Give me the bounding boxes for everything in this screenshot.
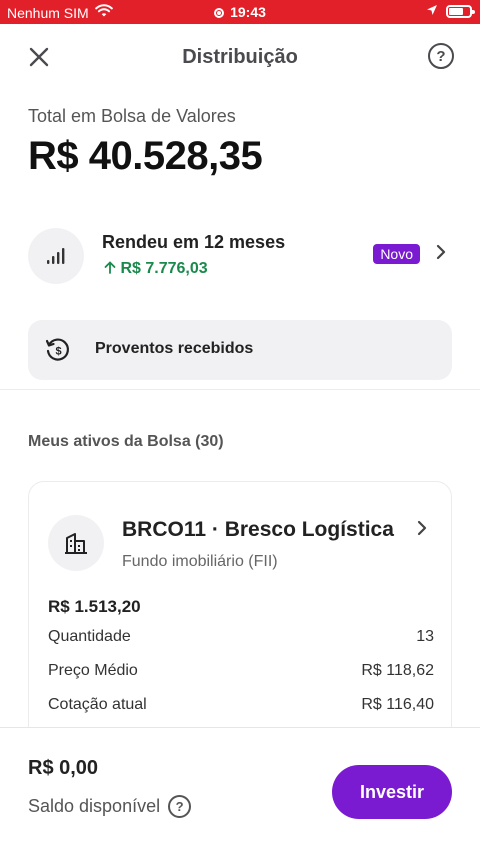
asset-row-value: R$ 116,40: [361, 696, 434, 713]
asset-total: R$ 1.513,20: [48, 597, 141, 616]
asset-row-value: R$ 118,62: [361, 662, 434, 679]
proventos-button[interactable]: $ Proventos recebidos: [28, 320, 452, 380]
assets-section-title: Meus ativos da Bolsa (30): [28, 433, 224, 450]
recording-icon: [214, 8, 225, 18]
asset-row-value: 13: [416, 628, 434, 645]
earnings-row[interactable]: Rendeu em 12 meses R$ 7.776,03 Novo: [28, 226, 452, 286]
asset-type: Fundo imobiliário (FII): [122, 553, 278, 570]
invest-button[interactable]: Investir: [332, 765, 452, 819]
total-value: R$ 40.528,35: [28, 134, 263, 178]
chevron-right-icon: [417, 520, 427, 541]
earnings-value-text: R$ 7.776,03: [120, 260, 208, 277]
asset-row-label: Quantidade: [48, 628, 131, 645]
status-right: [426, 3, 475, 19]
status-bar: Nenhum SIM 19:43: [0, 0, 480, 24]
signal-bars-icon: [47, 248, 65, 264]
earnings-icon-circle: [28, 228, 84, 284]
balance-label-row: Saldo disponível ?: [28, 795, 192, 818]
page-title: Distribuição: [182, 46, 298, 68]
asset-row-label: Cotação atual: [48, 696, 147, 713]
asset-icon-circle: [48, 515, 104, 571]
balance-value: R$ 0,00: [28, 757, 99, 779]
top-bar: Distribuição ?: [0, 24, 480, 88]
svg-text:$: $: [55, 346, 61, 358]
new-badge: Novo: [373, 244, 420, 264]
asset-row-current-price: Cotação atual R$ 116,40: [48, 696, 434, 714]
history-money-icon: $: [44, 336, 72, 369]
time-label: 19:43: [230, 4, 266, 20]
status-time: 19:43: [0, 4, 480, 20]
asset-row-label: Preço Médio: [48, 662, 138, 679]
asset-row-quantity: Quantidade 13: [48, 628, 434, 646]
help-button[interactable]: ?: [428, 43, 454, 69]
bottom-bar: R$ 0,00 Saldo disponível ? Investir: [0, 727, 480, 854]
help-icon: ?: [436, 47, 446, 65]
asset-name: BRCO11 · Bresco Logística: [122, 518, 394, 541]
balance-label: Saldo disponível: [28, 796, 161, 816]
section-divider: [0, 389, 480, 390]
earnings-value: R$ 7.776,03: [104, 260, 208, 278]
building-icon: [65, 533, 87, 554]
arrow-up-icon: [104, 260, 120, 277]
total-label: Total em Bolsa de Valores: [28, 106, 236, 126]
battery-icon: [446, 4, 475, 18]
help-icon[interactable]: ?: [168, 795, 192, 818]
asset-row-avg-price: Preço Médio R$ 118,62: [48, 662, 434, 680]
earnings-title: Rendeu em 12 meses: [102, 232, 286, 252]
proventos-label: Proventos recebidos: [95, 340, 254, 357]
location-arrow-icon: [426, 3, 438, 19]
chevron-right-icon: [436, 244, 446, 265]
